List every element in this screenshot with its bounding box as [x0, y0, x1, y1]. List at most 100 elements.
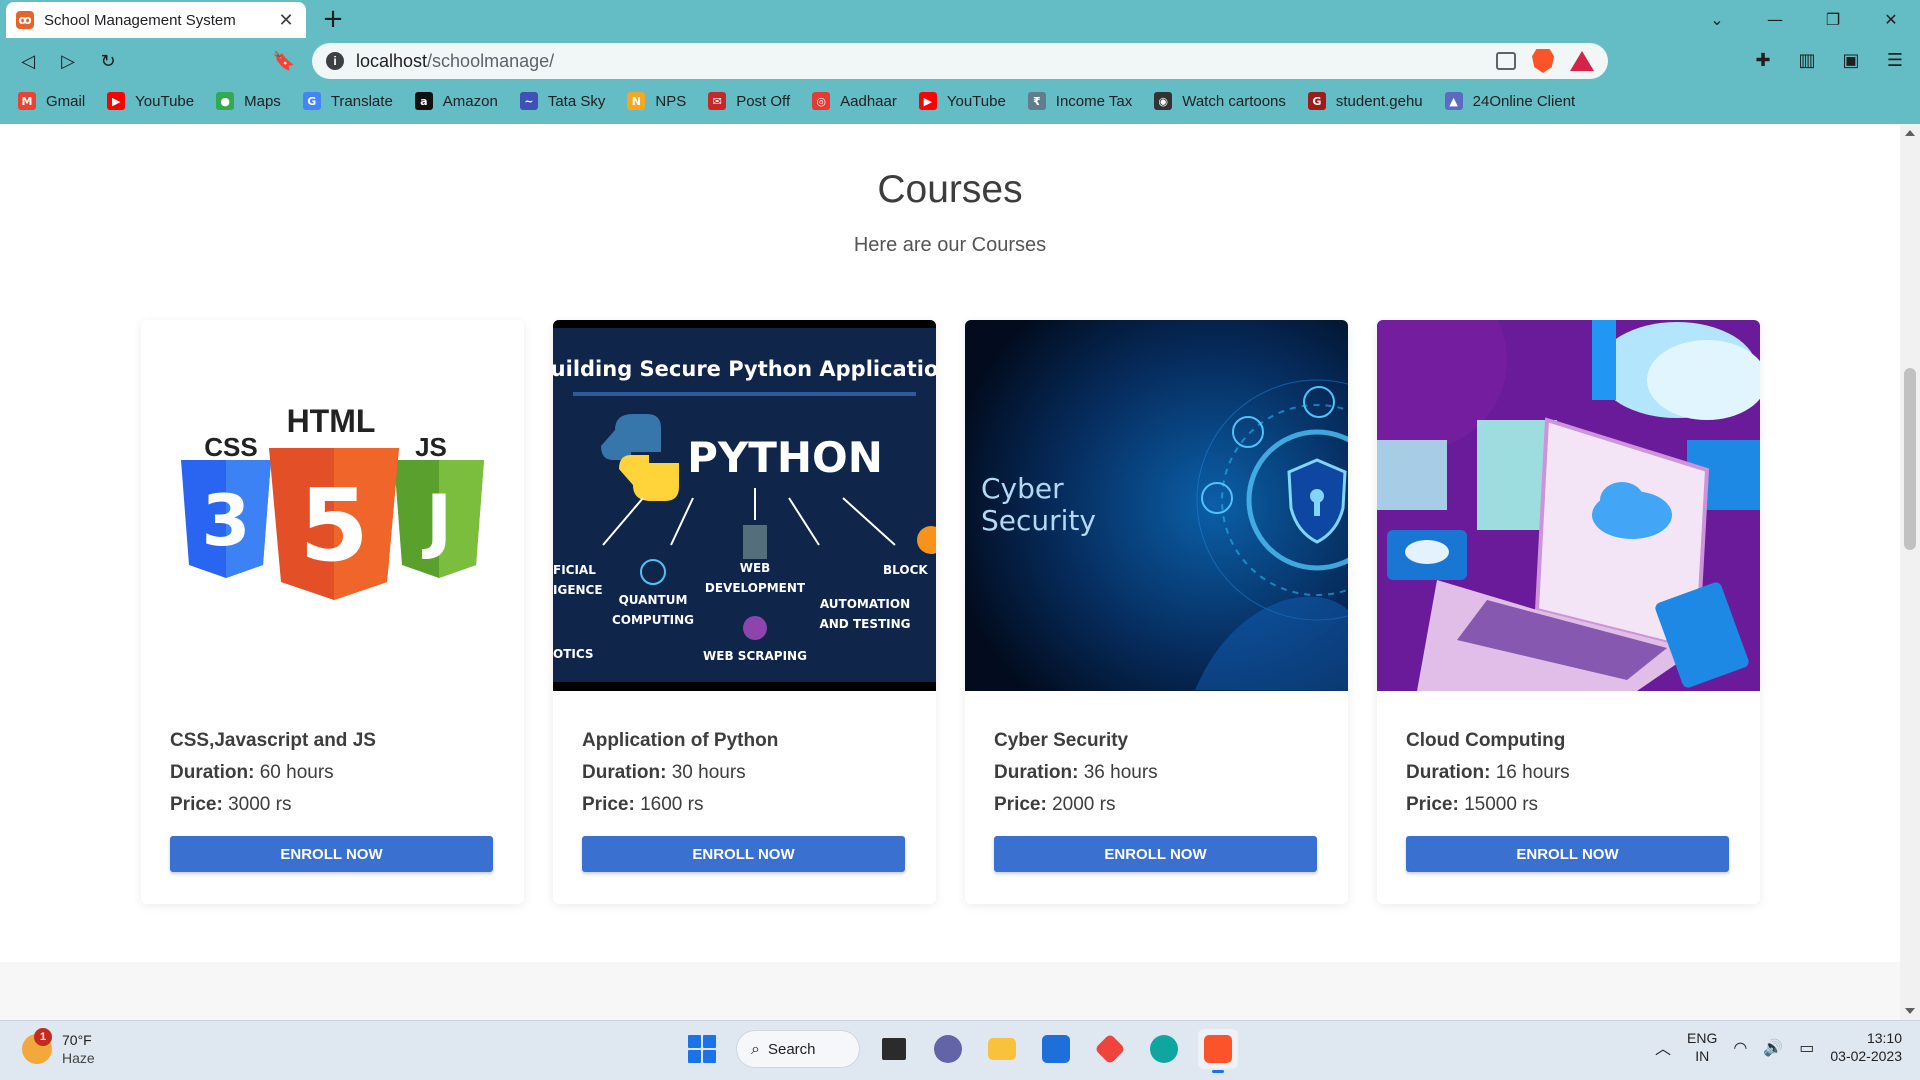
course-duration: Duration: 30 hours — [582, 757, 907, 789]
bookmarks-bar: M Gmail ▶ YouTube ● Maps G Translate a Amazon ~ Tat… — [0, 86, 1920, 116]
bookmark-item[interactable]: Gstudent.gehu — [1307, 92, 1423, 110]
page-scrollbar[interactable] — [1900, 124, 1920, 1020]
microsoft-store-icon[interactable] — [1036, 1029, 1076, 1069]
task-view-icon[interactable] — [874, 1029, 914, 1069]
bookmark-item[interactable]: M Gmail — [18, 92, 85, 110]
svg-text:AND TESTING: AND TESTING — [819, 617, 910, 631]
sidebar-icon[interactable]: ▥ — [1796, 46, 1818, 74]
bookmark-item[interactable]: ◎ Aadhaar — [812, 92, 897, 110]
url-path: /schoolmanage/ — [427, 50, 555, 71]
scroll-up-arrow-icon[interactable] — [1905, 130, 1915, 136]
svg-text:QUANTUM: QUANTUM — [619, 593, 688, 607]
wifi-icon[interactable]: ◠ — [1733, 1038, 1747, 1057]
bookmark-item[interactable]: N NPS — [627, 92, 686, 110]
course-name: CSS,Javascript and JS — [170, 730, 376, 751]
aadhaar-icon: ◎ — [812, 92, 831, 110]
bookmark-item[interactable]: a Amazon — [414, 92, 498, 110]
amazon-icon: a — [414, 92, 433, 110]
reload-icon[interactable]: ↻ — [92, 46, 124, 76]
incometax-icon: ₹ — [1027, 92, 1046, 110]
windows-start-icon[interactable] — [682, 1029, 722, 1069]
bookmark-label: YouTube — [946, 92, 1006, 110]
bookmark-item[interactable]: ▲ 24Online Client — [1444, 92, 1576, 110]
anydesk-icon[interactable] — [1090, 1029, 1130, 1069]
edge-browser-icon[interactable] — [1144, 1029, 1184, 1069]
wallet-icon[interactable]: ▣ — [1840, 46, 1862, 74]
svg-text:J: J — [422, 480, 452, 562]
enroll-button-1[interactable]: ENROLL NOW — [170, 836, 493, 872]
extensions-icon[interactable]: ✚ — [1752, 46, 1774, 74]
bookmark-item[interactable]: ◉ Watch cartoons — [1154, 92, 1286, 110]
brave-rewards-icon[interactable] — [1570, 51, 1594, 71]
logo-text-js: JS — [415, 432, 447, 462]
back-icon[interactable]: ◁ — [12, 46, 44, 76]
enroll-button-4[interactable]: ENROLL NOW — [1406, 836, 1729, 872]
bookmark-item[interactable]: G Translate — [302, 92, 393, 110]
bookmark-label: 24Online Client — [1472, 92, 1576, 110]
python-banner-title: Building Secure Python Application — [553, 357, 936, 381]
scroll-down-arrow-icon[interactable] — [1905, 1008, 1915, 1014]
teams-chat-icon[interactable] — [928, 1029, 968, 1069]
close-window-button[interactable]: ✕ — [1862, 0, 1920, 38]
close-tab-icon[interactable]: ✕ — [276, 10, 296, 31]
battery-icon[interactable]: ▭ — [1799, 1038, 1814, 1057]
tab-active[interactable]: ꝏ School Management System ✕ — [6, 2, 306, 38]
course-card-4: Cloud Computing Duration: 16 hours Price… — [1377, 320, 1760, 904]
share-icon[interactable] — [1496, 52, 1516, 70]
toolbar-actions: ✚ ▥ ▣ ☰ — [1752, 46, 1906, 74]
duration-value: 36 hours — [1083, 762, 1158, 783]
24online-icon: ▲ — [1444, 92, 1463, 110]
course-details-4: Cloud Computing Duration: 16 hours Price… — [1406, 725, 1731, 821]
weather-notification-badge: 1 — [34, 1028, 52, 1046]
search-icon: ⌕ — [751, 1039, 760, 1058]
new-tab-button[interactable]: + — [318, 4, 348, 34]
price-value: 1600 rs — [640, 794, 704, 815]
bookmark-item[interactable]: ~ Tata Sky — [519, 92, 605, 110]
volume-icon[interactable]: 🔊 — [1763, 1038, 1783, 1057]
bookmark-item[interactable]: ● Maps — [216, 92, 281, 110]
enroll-button-2[interactable]: ENROLL NOW — [582, 836, 905, 872]
url-text[interactable]: localhost/schoolmanage/ — [356, 51, 1496, 72]
duration-value: 30 hours — [671, 762, 746, 783]
site-info-icon[interactable]: i — [326, 52, 344, 70]
menu-icon[interactable]: ☰ — [1884, 46, 1906, 74]
minimize-button[interactable]: — — [1746, 0, 1804, 38]
course-image-web: HTML CSS JS 5 3 J — [141, 320, 524, 691]
duration-label: Duration: — [994, 762, 1079, 783]
brave-shields-icon[interactable] — [1532, 49, 1554, 73]
bookmark-item[interactable]: ✉ Post Off — [708, 92, 790, 110]
course-image-cyber: Cyber Security — [965, 320, 1348, 691]
clock[interactable]: 13:10 03-02-2023 — [1830, 1029, 1902, 1065]
bookmark-icon[interactable]: 🔖 — [268, 46, 300, 76]
course-card-3: Cyber Security Cyber Security Duration: … — [965, 320, 1348, 904]
brave-browser-icon[interactable] — [1198, 1029, 1238, 1073]
bookmark-item[interactable]: ₹ Income Tax — [1027, 92, 1132, 110]
address-bar[interactable]: i localhost/schoolmanage/ — [312, 43, 1608, 79]
tab-search-chevron-icon[interactable]: ⌄ — [1688, 0, 1746, 38]
system-tray: ︿ ENG IN ◠ 🔊 ▭ 13:10 03-02-2023 — [1655, 1029, 1902, 1065]
chevron-up-icon[interactable]: ︿ — [1655, 1035, 1671, 1059]
forward-icon[interactable]: ▷ — [52, 46, 84, 76]
bookmark-label: Post Off — [736, 92, 791, 110]
file-explorer-icon[interactable] — [982, 1029, 1022, 1069]
language-indicator[interactable]: ENG IN — [1687, 1029, 1717, 1065]
course-details-3: Cyber Security Duration: 36 hours Price:… — [994, 725, 1319, 821]
course-price: Price: 15000 rs — [1406, 789, 1731, 821]
window-controls: ⌄ — ❐ ✕ — [1688, 0, 1920, 38]
enroll-button-3[interactable]: ENROLL NOW — [994, 836, 1317, 872]
lang-top: ENG — [1687, 1030, 1718, 1046]
postoffice-icon: ✉ — [708, 92, 727, 110]
clock-time: 13:10 — [1866, 1030, 1902, 1046]
restore-button[interactable]: ❐ — [1804, 0, 1862, 38]
bookmark-item[interactable]: ▶ YouTube — [918, 92, 1006, 110]
svg-text:BLOCK: BLOCK — [883, 563, 928, 577]
bookmark-item[interactable]: ▶ YouTube — [107, 92, 194, 110]
translate-icon: G — [302, 92, 321, 110]
course-image-cloud — [1377, 320, 1760, 691]
taskbar-apps: ⌕ Search — [682, 1029, 1238, 1073]
logo-text-html: HTML — [287, 403, 376, 439]
scroll-thumb[interactable] — [1904, 368, 1916, 550]
taskbar-search[interactable]: ⌕ Search — [736, 1030, 860, 1068]
course-details-2: Application of Python Duration: 30 hours… — [582, 725, 907, 821]
weather-widget[interactable]: 1 70°F Haze — [22, 1028, 95, 1067]
